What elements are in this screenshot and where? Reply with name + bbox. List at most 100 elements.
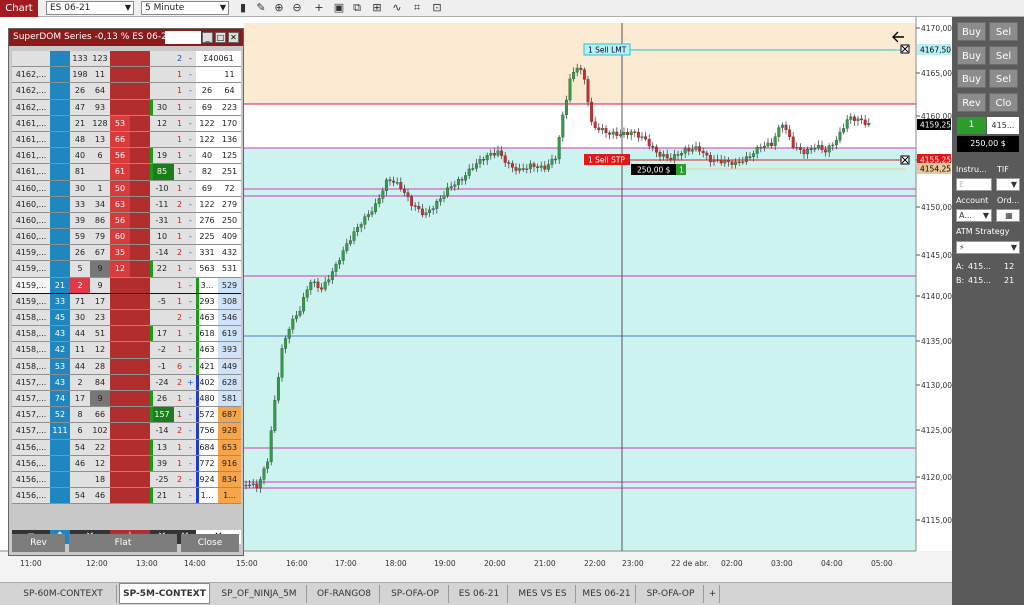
ladder-row[interactable]: 4161,... 40 6 56 19 1-40 125 (12, 148, 241, 165)
ladder-row[interactable]: 4160,... 39 86 56 -31 1-276 250 (12, 212, 241, 230)
ask-cell[interactable]: 60 (110, 229, 130, 245)
superdom-title-bar[interactable]: SuperDOM Series -0,13 % ES 06-21 _ □ ✕ (9, 29, 243, 46)
total-cell[interactable]: 924 (196, 471, 218, 488)
total-cell[interactable]: 3... (196, 277, 218, 293)
ask-cell[interactable] (130, 407, 150, 423)
volume-cell[interactable]: 128 (90, 115, 110, 131)
sell-order-cell[interactable]: - (185, 471, 196, 488)
maximize-icon[interactable]: □ (215, 32, 226, 43)
ask-cell[interactable] (110, 407, 130, 423)
total-cell[interactable]: 250 (218, 212, 241, 229)
total-cell[interactable]: 432 (218, 245, 241, 261)
buy-order-cell[interactable]: 6 (174, 358, 185, 374)
volume-cell[interactable]: 2 (70, 277, 90, 293)
ladder-row[interactable]: 4159,... 21 2 9 1-3... 529 (12, 277, 241, 294)
volume-cell[interactable]: 40 (70, 148, 90, 164)
ask-cell[interactable] (130, 245, 150, 261)
price-cell[interactable]: 4157,... (12, 423, 50, 439)
bid-cell[interactable] (50, 148, 70, 164)
sell-order-cell[interactable]: - (185, 455, 196, 471)
price-cell[interactable]: 4158,... (12, 310, 50, 326)
total-cell[interactable]: 618 (196, 326, 218, 342)
ladder-row[interactable]: 4156,... 46 12 39 1-772 916 (12, 455, 241, 472)
ladder-row[interactable]: 4160,... 59 79 60 10 1-225 409 (12, 229, 241, 246)
price-cell[interactable]: 4161,... (12, 115, 50, 131)
buy-order-cell[interactable]: 1 (174, 277, 185, 293)
delta-cell[interactable]: 12 (150, 115, 174, 131)
volume-cell[interactable]: 11 (70, 342, 90, 358)
total-cell[interactable]: 529 (218, 277, 241, 293)
delta-cell[interactable]: -2 (150, 342, 174, 358)
total-cell[interactable]: 531 (218, 261, 241, 277)
volume-cell[interactable]: 47 (70, 99, 90, 115)
ladder-row[interactable]: 4159,... 5 9 12 22 1-563 531 (12, 261, 241, 278)
ask-cell[interactable] (110, 471, 130, 488)
total-cell[interactable]: 225 (196, 229, 218, 245)
volume-cell[interactable]: 71 (70, 293, 90, 309)
sell-order-cell[interactable]: - (185, 358, 196, 374)
volume-cell[interactable]: 2 (70, 374, 90, 390)
data-box-icon[interactable]: ⊞ (370, 1, 384, 15)
drawing-tools-icon[interactable]: ⊡ (430, 1, 444, 15)
sell-order-cell[interactable]: - (185, 83, 196, 99)
ladder-row[interactable]: 4158,... 43 44 51 17 1-618 619 (12, 326, 241, 343)
add-tab-button[interactable]: + (706, 585, 720, 603)
buy-order-cell[interactable]: 1 (174, 293, 185, 309)
bid-cell[interactable]: 53 (50, 358, 70, 374)
bid-cell[interactable]: 111 (50, 423, 70, 439)
delta-cell[interactable] (150, 67, 174, 83)
volume-cell[interactable]: 30 (70, 310, 90, 326)
delta-cell[interactable]: -25 (150, 471, 174, 488)
delta-cell[interactable]: -10 (150, 180, 174, 196)
sell-order-cell[interactable]: - (185, 180, 196, 196)
volume-cell[interactable]: 9 (90, 277, 110, 293)
ask-cell[interactable] (110, 455, 130, 471)
delta-cell[interactable]: 39 (150, 455, 174, 471)
price-cell[interactable]: 4156,... (12, 488, 50, 504)
ask-cell[interactable] (130, 196, 150, 212)
workspace-tab[interactable]: OF-RANGO8 (309, 585, 380, 603)
bid-cell[interactable]: 74 (50, 390, 70, 407)
delta-cell[interactable]: 26 (150, 390, 174, 407)
sell-order-cell[interactable]: - (185, 196, 196, 212)
chart-menu-button[interactable]: Chart (0, 0, 38, 17)
volume-cell[interactable]: 86 (90, 212, 110, 229)
ask-cell[interactable]: 63 (110, 196, 130, 212)
ask-cell[interactable] (130, 390, 150, 407)
volume-cell[interactable]: 9 (90, 390, 110, 407)
total-cell[interactable]: 69 (196, 180, 218, 196)
delta-cell[interactable]: 21 (150, 488, 174, 504)
sell-stop-button[interactable]: Sel (989, 69, 1018, 88)
volume-cell[interactable]: 64 (90, 83, 110, 99)
price-cell[interactable]: 4159,... (12, 293, 50, 309)
volume-cell[interactable]: 44 (70, 326, 90, 342)
sell-order-cell[interactable]: - (185, 342, 196, 358)
sell-order-cell[interactable]: - (185, 407, 196, 423)
ask-cell[interactable]: 61 (110, 164, 130, 180)
total-cell[interactable]: 463 (196, 342, 218, 358)
sell-market-button[interactable]: Sel (989, 22, 1018, 41)
total-cell[interactable]: 628 (218, 374, 241, 390)
workspace-tab[interactable]: MES VS ES (510, 585, 576, 603)
buy-order-cell[interactable]: 1 (174, 83, 185, 99)
bid-cell[interactable] (50, 99, 70, 115)
ladder-row[interactable]: 4157,... 43 2 84 -24 2 +402 628 (12, 374, 241, 391)
volume-cell[interactable]: 22 (90, 439, 110, 455)
sell-order-cell[interactable]: - (185, 245, 196, 261)
bid-cell[interactable] (50, 245, 70, 261)
ladder-row[interactable]: 4160,... 30 1 50 -10 1-69 72 (12, 180, 241, 197)
total-cell[interactable]: 563 (196, 261, 218, 277)
buy-order-cell[interactable]: 1 (174, 261, 185, 277)
workspace-tab[interactable]: SP-OFA-OP (382, 585, 449, 603)
zoom-out-icon[interactable]: ⊖ (290, 1, 304, 15)
sell-order-cell[interactable]: - (185, 439, 196, 455)
price-cell[interactable]: 4157,... (12, 390, 50, 407)
total-cell[interactable]: 449 (218, 358, 241, 374)
ladder-row[interactable]: 4157,... 111 6 102 -14 2-756 928 (12, 423, 241, 440)
delta-cell[interactable]: 10 (150, 229, 174, 245)
ask-cell[interactable] (130, 455, 150, 471)
price-cell[interactable]: 4160,... (12, 212, 50, 229)
price-cell[interactable]: 4160,... (12, 229, 50, 245)
interval-selector[interactable]: 5 Minute ▼ (141, 1, 229, 15)
volume-cell[interactable]: 5 (70, 261, 90, 277)
